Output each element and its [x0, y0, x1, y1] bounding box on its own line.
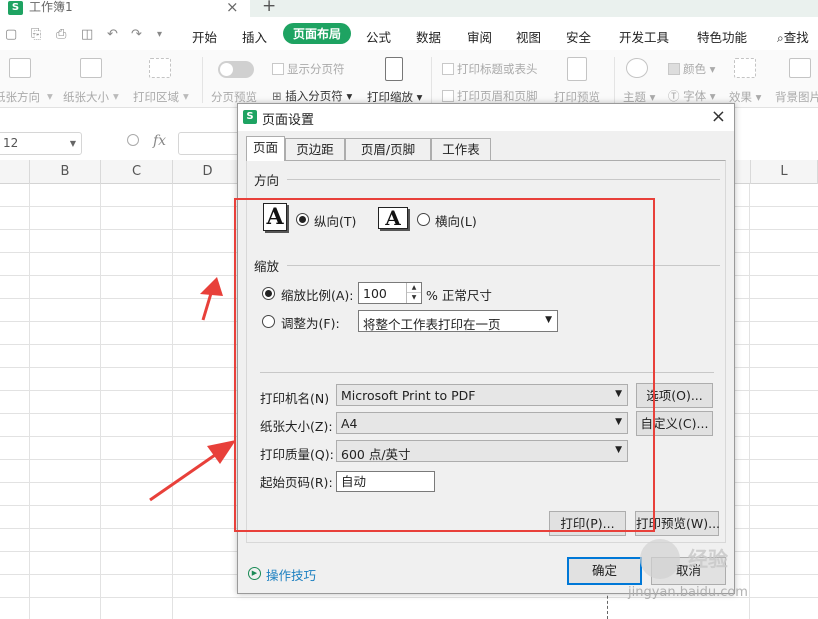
fonts-label: 字体 [683, 89, 707, 103]
tab-page-layout[interactable]: 页面布局 [283, 23, 352, 44]
page-break-preview-toggle[interactable] [218, 61, 254, 78]
paw-logo-icon [640, 539, 680, 579]
show-page-break-checkbox[interactable]: 显示分页符 [272, 61, 345, 77]
orientation-group-label: 方向 [254, 173, 280, 188]
print-titles-label: 打印标题或表头 [457, 62, 538, 76]
export-icon[interactable]: ⎘ [31, 27, 41, 42]
search-label: 查找 [783, 30, 809, 45]
print-header-footer-button[interactable]: 打印页眉和页脚 [442, 88, 538, 104]
preview-icon[interactable]: ◫ [81, 27, 93, 42]
tab-review[interactable]: 审阅 [467, 27, 492, 46]
tab-margins[interactable]: 页边距 [285, 138, 345, 160]
zoom-icon[interactable] [127, 134, 139, 146]
column-header-a[interactable] [0, 160, 30, 184]
paper-direction-button[interactable]: 纸张方向 [0, 89, 40, 105]
background-image-button[interactable]: 背景图片 [775, 89, 818, 105]
tab-header-footer[interactable]: 页眉/页脚 [345, 138, 431, 160]
save-icon[interactable]: ▢ [5, 27, 17, 42]
column-header-c[interactable]: C [101, 160, 173, 184]
close-tab-icon[interactable]: × [226, 0, 239, 16]
column-header-d[interactable]: D [173, 160, 243, 184]
fonts-button[interactable]: Ⓣ 字体 ▾ [668, 88, 716, 104]
column-header-b[interactable]: B [30, 160, 101, 184]
insert-page-break-button[interactable]: ⊞ 插入分页符 ▾ [272, 88, 352, 104]
paper-size-icon [80, 58, 102, 78]
ribbon: 纸张方向 ▾ 纸张大小 ▾ 打印区域 ▾ 分页预览 显示分页符 ⊞ 插入分页符 … [0, 50, 818, 108]
background-image-icon [789, 58, 811, 78]
new-tab-icon[interactable]: + [262, 0, 276, 16]
dialog-title-bar[interactable]: S 页面设置 × [238, 104, 734, 131]
workbook-title: 工作簿1 [29, 0, 73, 14]
search-icon: ⌕ [777, 31, 784, 45]
effects-icon [734, 58, 756, 78]
tips-link[interactable]: 操作技巧 [266, 565, 316, 584]
annotation-highlight-box [234, 198, 655, 532]
redo-icon[interactable]: ↷ [131, 27, 142, 42]
show-page-break-label: 显示分页符 [287, 62, 345, 76]
print-preview-icon [567, 57, 587, 81]
search-button[interactable]: ⌕查找 [777, 27, 809, 46]
wps-logo-icon: S [243, 110, 257, 124]
theme-label: 主题 [623, 90, 646, 104]
tab-worksheet[interactable]: 工作表 [431, 138, 491, 160]
watermark: 经验 jingyan.baidu.com [628, 535, 778, 615]
play-circle-icon: ▶ [248, 567, 261, 580]
watermark-brand: 经验 [688, 547, 728, 571]
insert-page-break-label: 插入分页符 [285, 89, 343, 103]
wps-logo-icon: S [8, 1, 23, 15]
paper-direction-icon [9, 58, 31, 78]
tab-insert[interactable]: 插入 [242, 27, 267, 46]
print-area-icon [149, 58, 171, 78]
customize-icon[interactable]: ▾ [157, 29, 162, 40]
tab-developer[interactable]: 开发工具 [619, 27, 669, 46]
column-header-l[interactable]: L [750, 160, 818, 184]
workbook-tab[interactable]: S 工作簿1 × [0, 0, 250, 17]
fx-icon[interactable]: fx [153, 133, 166, 149]
tab-security[interactable]: 安全 [566, 27, 591, 46]
dialog-title: 页面设置 [262, 113, 315, 128]
print-area-button[interactable]: 打印区域 [133, 89, 179, 105]
fonts-icon: Ⓣ [668, 89, 680, 103]
tab-page[interactable]: 页面 [246, 136, 285, 161]
tab-data[interactable]: 数据 [416, 27, 441, 46]
name-box-value: 12 [3, 136, 19, 150]
undo-icon[interactable]: ↶ [107, 27, 118, 42]
menu-bar: ▢ ⎘ ⎙ ◫ ↶ ↷ ▾ 开始 插入 页面布局 公式 数据 审阅 视图 安全 … [0, 17, 818, 50]
colors-button[interactable]: 颜色 ▾ [668, 61, 715, 77]
theme-icon [626, 58, 648, 78]
effects-label: 效果 [729, 90, 752, 104]
tab-home[interactable]: 开始 [192, 27, 217, 46]
print-scale-label: 打印缩放 [367, 90, 413, 104]
title-bar: S 工作簿1 × + [0, 0, 818, 17]
watermark-url: jingyan.baidu.com [628, 585, 748, 600]
tab-view[interactable]: 视图 [516, 27, 541, 46]
paper-size-button[interactable]: 纸张大小 [63, 89, 109, 105]
tab-special-features[interactable]: 特色功能 [697, 27, 747, 46]
insert-page-break-icon: ⊞ [272, 89, 282, 103]
colors-label: 颜色 [683, 62, 706, 76]
print-header-footer-label: 打印页眉和页脚 [457, 89, 538, 103]
print-titles-button[interactable]: 打印标题或表头 [442, 61, 538, 77]
print-scale-icon [385, 57, 403, 81]
print-icon[interactable]: ⎙ [56, 27, 66, 42]
tab-formulas[interactable]: 公式 [366, 27, 391, 46]
name-box[interactable]: 12 ▼ [0, 132, 82, 155]
close-icon[interactable]: × [711, 106, 726, 127]
chevron-down-icon[interactable]: ▼ [70, 133, 76, 154]
